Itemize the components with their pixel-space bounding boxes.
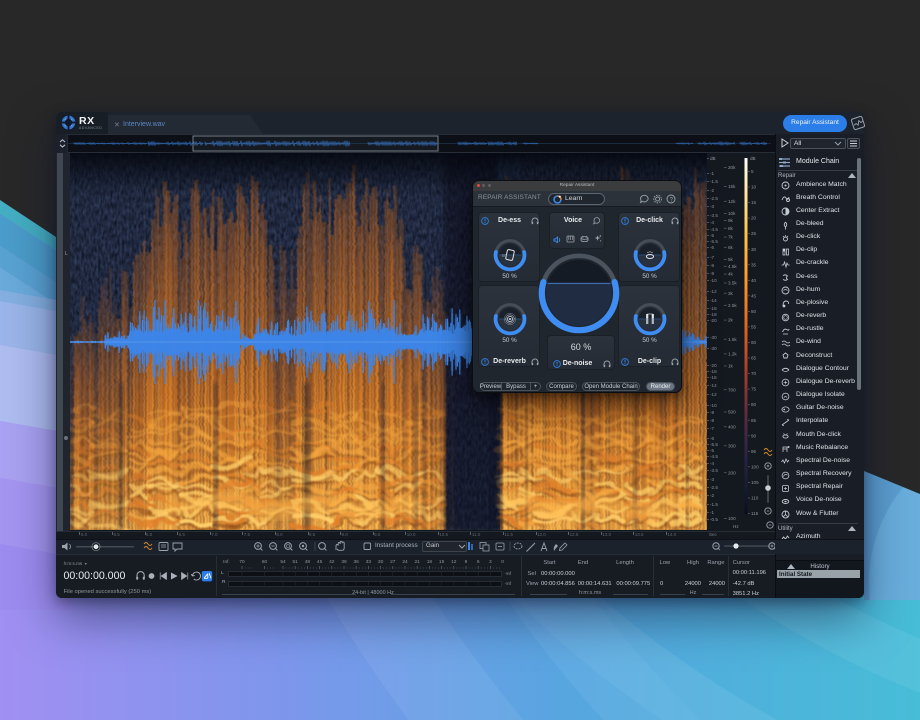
svg-text:110: 110 xyxy=(751,496,759,501)
svg-text:70: 70 xyxy=(751,371,757,376)
svg-text:20: 20 xyxy=(751,216,757,221)
svg-text:200: 200 xyxy=(728,470,736,475)
svg-text:-20: -20 xyxy=(710,363,717,368)
svg-text:-8: -8 xyxy=(710,418,715,423)
svg-text:-9: -9 xyxy=(710,271,715,276)
svg-text:75: 75 xyxy=(751,387,757,392)
svg-text:-1.5: -1.5 xyxy=(710,179,718,184)
svg-text:-3.5: -3.5 xyxy=(710,213,718,218)
svg-text:10k: 10k xyxy=(728,211,736,216)
svg-text:-2.5: -2.5 xyxy=(710,485,718,490)
svg-text:-30: -30 xyxy=(710,346,717,351)
svg-text:20k: 20k xyxy=(728,165,736,170)
svg-text:-10: -10 xyxy=(710,278,717,283)
svg-text:7k: 7k xyxy=(728,235,734,240)
svg-text:500: 500 xyxy=(728,410,736,415)
svg-text:15: 15 xyxy=(751,200,757,205)
svg-text:2k: 2k xyxy=(728,318,734,323)
svg-text:400: 400 xyxy=(728,424,736,429)
svg-text:1.5k: 1.5k xyxy=(728,337,737,342)
svg-text:700: 700 xyxy=(728,387,736,392)
svg-text:-9: -9 xyxy=(710,410,715,415)
svg-text:-14: -14 xyxy=(710,298,717,303)
svg-text:-6: -6 xyxy=(710,436,715,441)
svg-text:2.5k: 2.5k xyxy=(728,303,737,308)
svg-text:45: 45 xyxy=(751,293,757,298)
svg-text:-6: -6 xyxy=(710,245,715,250)
svg-text:5k: 5k xyxy=(728,257,734,262)
svg-text:-3: -3 xyxy=(710,477,715,482)
svg-text:-4: -4 xyxy=(710,461,715,466)
svg-text:90: 90 xyxy=(751,433,757,438)
svg-text:95: 95 xyxy=(751,449,757,454)
svg-text:-14: -14 xyxy=(710,383,717,388)
svg-text:-16: -16 xyxy=(710,375,717,380)
svg-text:-1.5: -1.5 xyxy=(710,502,718,507)
svg-text:-7: -7 xyxy=(710,255,715,260)
svg-text:25: 25 xyxy=(751,231,757,236)
svg-text:-8: -8 xyxy=(710,263,715,268)
svg-text:-1: -1 xyxy=(710,171,715,176)
svg-text:-3: -3 xyxy=(710,204,715,209)
svg-text:30: 30 xyxy=(751,247,757,252)
svg-text:-1: -1 xyxy=(710,510,715,515)
svg-text:-7: -7 xyxy=(710,426,715,431)
svg-text:60: 60 xyxy=(751,340,757,345)
svg-text:-2: -2 xyxy=(710,493,715,498)
svg-text:3.5k: 3.5k xyxy=(728,281,737,286)
svg-text:dB: dB xyxy=(710,156,716,161)
svg-text:10: 10 xyxy=(751,185,757,190)
svg-text:8k: 8k xyxy=(728,226,734,231)
svg-text:6k: 6k xyxy=(728,245,734,250)
svg-text:-4.5: -4.5 xyxy=(710,227,718,232)
svg-text:-5: -5 xyxy=(710,233,715,238)
svg-text:80: 80 xyxy=(751,402,757,407)
svg-text:-18: -18 xyxy=(710,369,717,374)
svg-text:-5.5: -5.5 xyxy=(710,239,718,244)
svg-text:1k: 1k xyxy=(728,364,734,369)
svg-text:-5: -5 xyxy=(710,448,715,453)
svg-text:1.2k: 1.2k xyxy=(728,352,737,357)
svg-text:3k: 3k xyxy=(728,291,734,296)
svg-text:9k: 9k xyxy=(728,218,734,223)
svg-text:300: 300 xyxy=(728,443,736,448)
svg-text:85: 85 xyxy=(751,418,757,423)
svg-text:Hz: Hz xyxy=(733,524,739,529)
svg-text:100: 100 xyxy=(751,464,759,469)
svg-text:100: 100 xyxy=(728,516,736,521)
svg-text:5: 5 xyxy=(751,169,754,174)
svg-text:-18: -18 xyxy=(710,312,717,317)
svg-text:40: 40 xyxy=(751,278,757,283)
svg-text:dB: dB xyxy=(750,156,756,161)
svg-text:-5.5: -5.5 xyxy=(710,442,718,447)
svg-text:4.5k: 4.5k xyxy=(728,264,737,269)
svg-text:-10: -10 xyxy=(710,403,717,408)
svg-text:50: 50 xyxy=(751,309,757,314)
svg-text:-3.5: -3.5 xyxy=(710,468,718,473)
svg-text:-2: -2 xyxy=(710,188,715,193)
svg-text:65: 65 xyxy=(751,356,757,361)
svg-text:55: 55 xyxy=(751,325,757,330)
svg-text:-12: -12 xyxy=(710,392,717,397)
svg-text:-0.5: -0.5 xyxy=(710,517,718,522)
svg-text:-30: -30 xyxy=(710,335,717,340)
svg-text:-2.5: -2.5 xyxy=(710,196,718,201)
svg-text:-12: -12 xyxy=(710,289,717,294)
svg-text:-4: -4 xyxy=(710,220,715,225)
svg-text:4k: 4k xyxy=(728,272,734,277)
svg-text:12k: 12k xyxy=(728,199,736,204)
svg-text:-4.5: -4.5 xyxy=(710,454,718,459)
svg-text:115: 115 xyxy=(751,511,759,516)
svg-text:-20: -20 xyxy=(710,318,717,323)
svg-text:-16: -16 xyxy=(710,306,717,311)
svg-text:15k: 15k xyxy=(728,184,736,189)
svg-text:50: 50 xyxy=(501,253,507,258)
svg-text:105: 105 xyxy=(751,480,759,485)
svg-text:35: 35 xyxy=(751,262,757,267)
